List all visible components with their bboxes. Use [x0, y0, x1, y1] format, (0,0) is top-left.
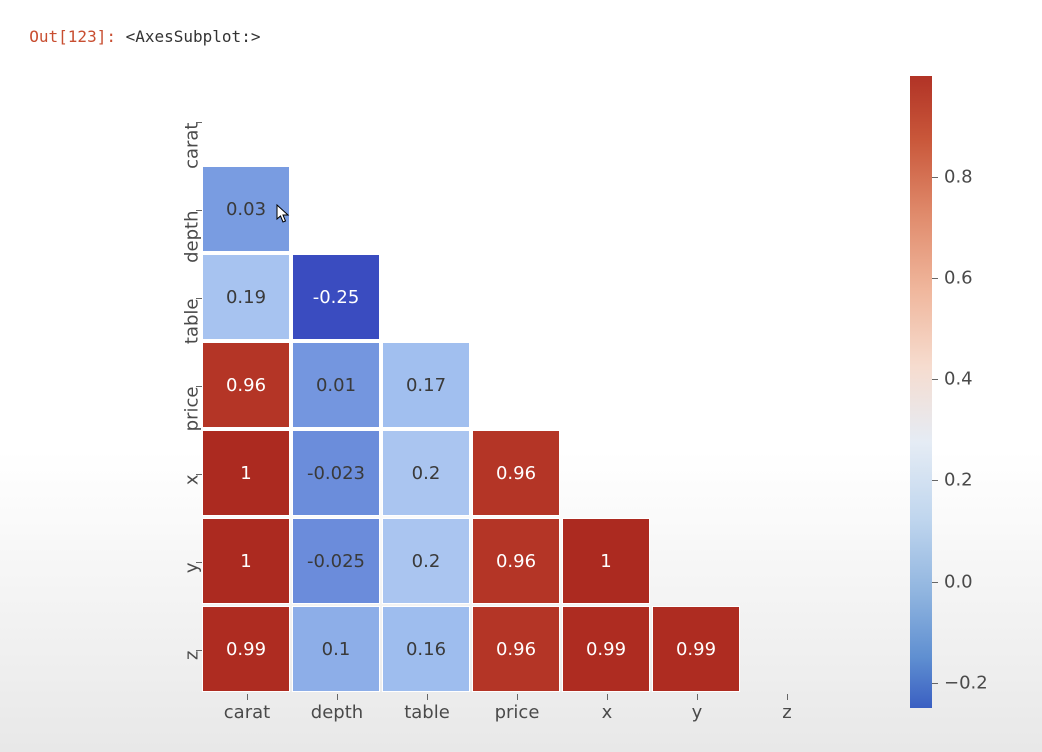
heatmap-cell-value: 0.96 [496, 463, 536, 484]
out-prompt-value: <AxesSubplot:> [126, 27, 261, 46]
x-tick-mark [517, 694, 518, 700]
heatmap-cell-value: 0.03 [226, 199, 266, 220]
x-tick-label: table [382, 702, 472, 723]
x-tick-mark [427, 694, 428, 700]
x-tick-label: x [562, 702, 652, 723]
heatmap-cell: 1 [562, 518, 650, 604]
y-tick-label: table [182, 299, 203, 379]
heatmap-grid: 0.03 0.19 -0.25 0.96 0.01 0.17 1 -0.023 0.2 0.96 1… [202, 78, 832, 694]
heatmap-cell-value: 0.99 [226, 639, 266, 660]
y-tick-label: carat [182, 123, 203, 203]
x-tick-label: depth [292, 702, 382, 723]
heatmap-cell: 0.2 [382, 430, 470, 516]
colorbar-tick-label: 0.8 [944, 167, 973, 188]
heatmap-cell: 0.2 [382, 518, 470, 604]
heatmap-cell-value: 0.01 [316, 375, 356, 396]
heatmap-cell: 0.96 [472, 518, 560, 604]
heatmap-cell-value: 1 [240, 463, 251, 484]
heatmap-cell-value: 0.96 [226, 375, 266, 396]
jupyter-output-header: Out[123]: <AxesSubplot:> [0, 0, 1042, 46]
heatmap-cell: 0.99 [652, 606, 740, 692]
heatmap-cell-value: 0.99 [586, 639, 626, 660]
heatmap-cell: 0.01 [292, 342, 380, 428]
colorbar-tick-mark [932, 683, 938, 684]
heatmap-cell: 0.1 [292, 606, 380, 692]
heatmap-figure: caratdepthtablepricexyz 0.030.19-0.250.9… [140, 70, 1020, 730]
heatmap-cell-value: 0.99 [676, 639, 716, 660]
colorbar-tick-mark [932, 582, 938, 583]
heatmap-cell-value: 0.17 [406, 375, 446, 396]
heatmap-cell-value: 0.2 [412, 551, 441, 572]
heatmap-cell: 0.96 [472, 430, 560, 516]
colorbar-tick-label: 0.2 [944, 470, 973, 491]
x-tick-label: z [742, 702, 832, 723]
heatmap-cell-value: -0.023 [307, 463, 365, 484]
x-tick-mark [787, 694, 788, 700]
colorbar-tick-mark [932, 379, 938, 380]
colorbar-tick-label: 0.4 [944, 369, 973, 390]
heatmap-cell-value: 1 [600, 551, 611, 572]
heatmap-cell: 0.19 [202, 254, 290, 340]
heatmap-cell-value: 0.96 [496, 639, 536, 660]
x-tick-label: y [652, 702, 742, 723]
heatmap-cell: -0.023 [292, 430, 380, 516]
heatmap-cell: 0.96 [472, 606, 560, 692]
x-tick-mark [247, 694, 248, 700]
heatmap-cell-value: 0.2 [412, 463, 441, 484]
heatmap-cell: -0.25 [292, 254, 380, 340]
colorbar: −0.2 0.0 0.2 0.4 0.6 0.8 [910, 76, 1000, 708]
y-tick-label: z [182, 651, 203, 731]
colorbar-tick-mark [932, 480, 938, 481]
heatmap-cell: 0.03 [202, 166, 290, 252]
heatmap-cell-value: -0.25 [313, 287, 360, 308]
x-tick-label: price [472, 702, 562, 723]
heatmap-cell: 0.99 [202, 606, 290, 692]
heatmap-cell: 1 [202, 430, 290, 516]
heatmap-cell: 0.17 [382, 342, 470, 428]
x-tick-mark [337, 694, 338, 700]
heatmap-cell-value: -0.025 [307, 551, 365, 572]
colorbar-tick-mark [932, 177, 938, 178]
colorbar-tick-label: 0.0 [944, 571, 973, 592]
y-tick-label: price [182, 387, 203, 467]
colorbar-tick-label: 0.6 [944, 268, 973, 289]
y-tick-label: y [182, 563, 203, 643]
y-tick-label: x [182, 475, 203, 555]
heatmap-cell-value: 0.96 [496, 551, 536, 572]
x-tick-mark [607, 694, 608, 700]
x-tick-label: carat [202, 702, 292, 723]
heatmap-cell: 0.96 [202, 342, 290, 428]
x-tick-mark [697, 694, 698, 700]
out-prompt-label: Out[123]: [29, 27, 125, 46]
heatmap-cell: 0.99 [562, 606, 650, 692]
heatmap-cell-value: 0.16 [406, 639, 446, 660]
heatmap-cell: 0.16 [382, 606, 470, 692]
colorbar-tick-mark [932, 278, 938, 279]
y-tick-label: depth [182, 211, 203, 291]
heatmap-cell-value: 0.19 [226, 287, 266, 308]
heatmap-cell-value: 1 [240, 551, 251, 572]
heatmap-cell-value: 0.1 [322, 639, 351, 660]
heatmap-cell: 1 [202, 518, 290, 604]
heatmap-cell: -0.025 [292, 518, 380, 604]
colorbar-tick-label: −0.2 [944, 672, 988, 693]
